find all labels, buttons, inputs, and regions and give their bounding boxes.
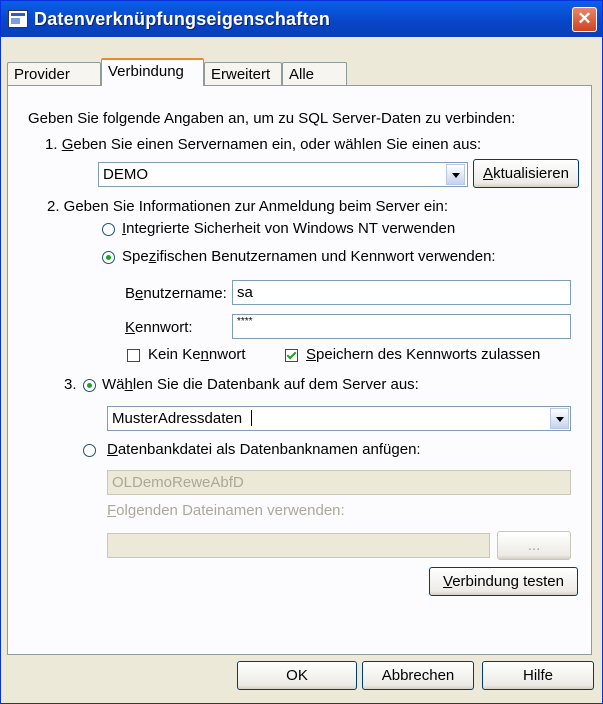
save-password-checkbox[interactable]	[285, 349, 298, 362]
cancel-button[interactable]: Abbrechen	[362, 661, 474, 690]
server-name-value: DEMO	[103, 166, 148, 183]
no-password-checkbox[interactable]	[127, 349, 140, 362]
username-input[interactable]: sa	[232, 280, 571, 305]
database-value: MusterAdressdaten	[112, 410, 243, 427]
attach-database-file-label: Datenbankdatei als Datenbanknamen anfüge…	[107, 441, 421, 458]
step3-number: 3.	[64, 376, 77, 393]
refresh-button[interactable]: Aktualisieren	[473, 159, 579, 188]
radio-select-database[interactable]	[83, 379, 96, 392]
filename-input[interactable]	[107, 533, 490, 558]
text-caret	[251, 410, 252, 426]
server-dropdown-button[interactable]	[446, 164, 465, 185]
ok-button[interactable]: OK	[237, 661, 357, 690]
username-label: Benutzername:	[125, 285, 227, 302]
browse-button[interactable]: ...	[497, 531, 571, 560]
test-connection-button[interactable]: Verbindung testen	[429, 567, 578, 596]
specific-credentials-label: Spezifischen Benutzernamen und Kennwort …	[122, 248, 496, 265]
title-bar[interactable]: Datenverknüpfungseigenschaften ✕	[1, 1, 602, 37]
close-button[interactable]: ✕	[572, 7, 597, 32]
dialog-window: Datenverknüpfungseigenschaften ✕ Provide…	[0, 0, 603, 704]
radio-integrated-security[interactable]	[102, 223, 115, 236]
intro-text: Geben Sie folgende Angaben an, um zu SQL…	[28, 110, 516, 127]
radio-attach-database-file[interactable]	[83, 444, 96, 457]
tab-alle[interactable]: Alle	[282, 62, 347, 86]
tab-provider[interactable]: Provider	[7, 62, 101, 86]
database-dropdown-button[interactable]	[550, 408, 569, 429]
save-password-label: Speichern des Kennworts zulassen	[306, 346, 541, 363]
password-input[interactable]: ****	[232, 314, 571, 339]
data-link-icon	[8, 10, 28, 28]
database-file-input[interactable]: OLDemoReweAbfD	[107, 470, 571, 495]
help-button[interactable]: Hilfe	[482, 661, 594, 690]
no-password-label: Kein Kennwort	[148, 346, 246, 363]
filename-label: Folgenden Dateinamen verwenden:	[107, 502, 345, 519]
password-label: Kennwort:	[125, 319, 193, 336]
close-icon: ✕	[577, 9, 592, 28]
select-database-label: Wählen Sie die Datenbank auf dem Server …	[102, 376, 419, 393]
window-title: Datenverknüpfungseigenschaften	[34, 9, 331, 29]
radio-specific-credentials[interactable]	[102, 251, 115, 264]
integrated-security-label: Integrierte Sicherheit von Windows NT ve…	[122, 220, 456, 237]
step2-label: 2. Geben Sie Informationen zur Anmeldung…	[47, 198, 449, 215]
database-combobox[interactable]: MusterAdressdaten	[107, 406, 571, 431]
tab-verbindung[interactable]: Verbindung	[101, 58, 204, 86]
server-name-combobox[interactable]: DEMO	[98, 162, 468, 187]
tab-erweitert[interactable]: Erweitert	[204, 62, 282, 86]
step1-label: 1. Geben Sie einen Servernamen ein, oder…	[45, 136, 482, 153]
